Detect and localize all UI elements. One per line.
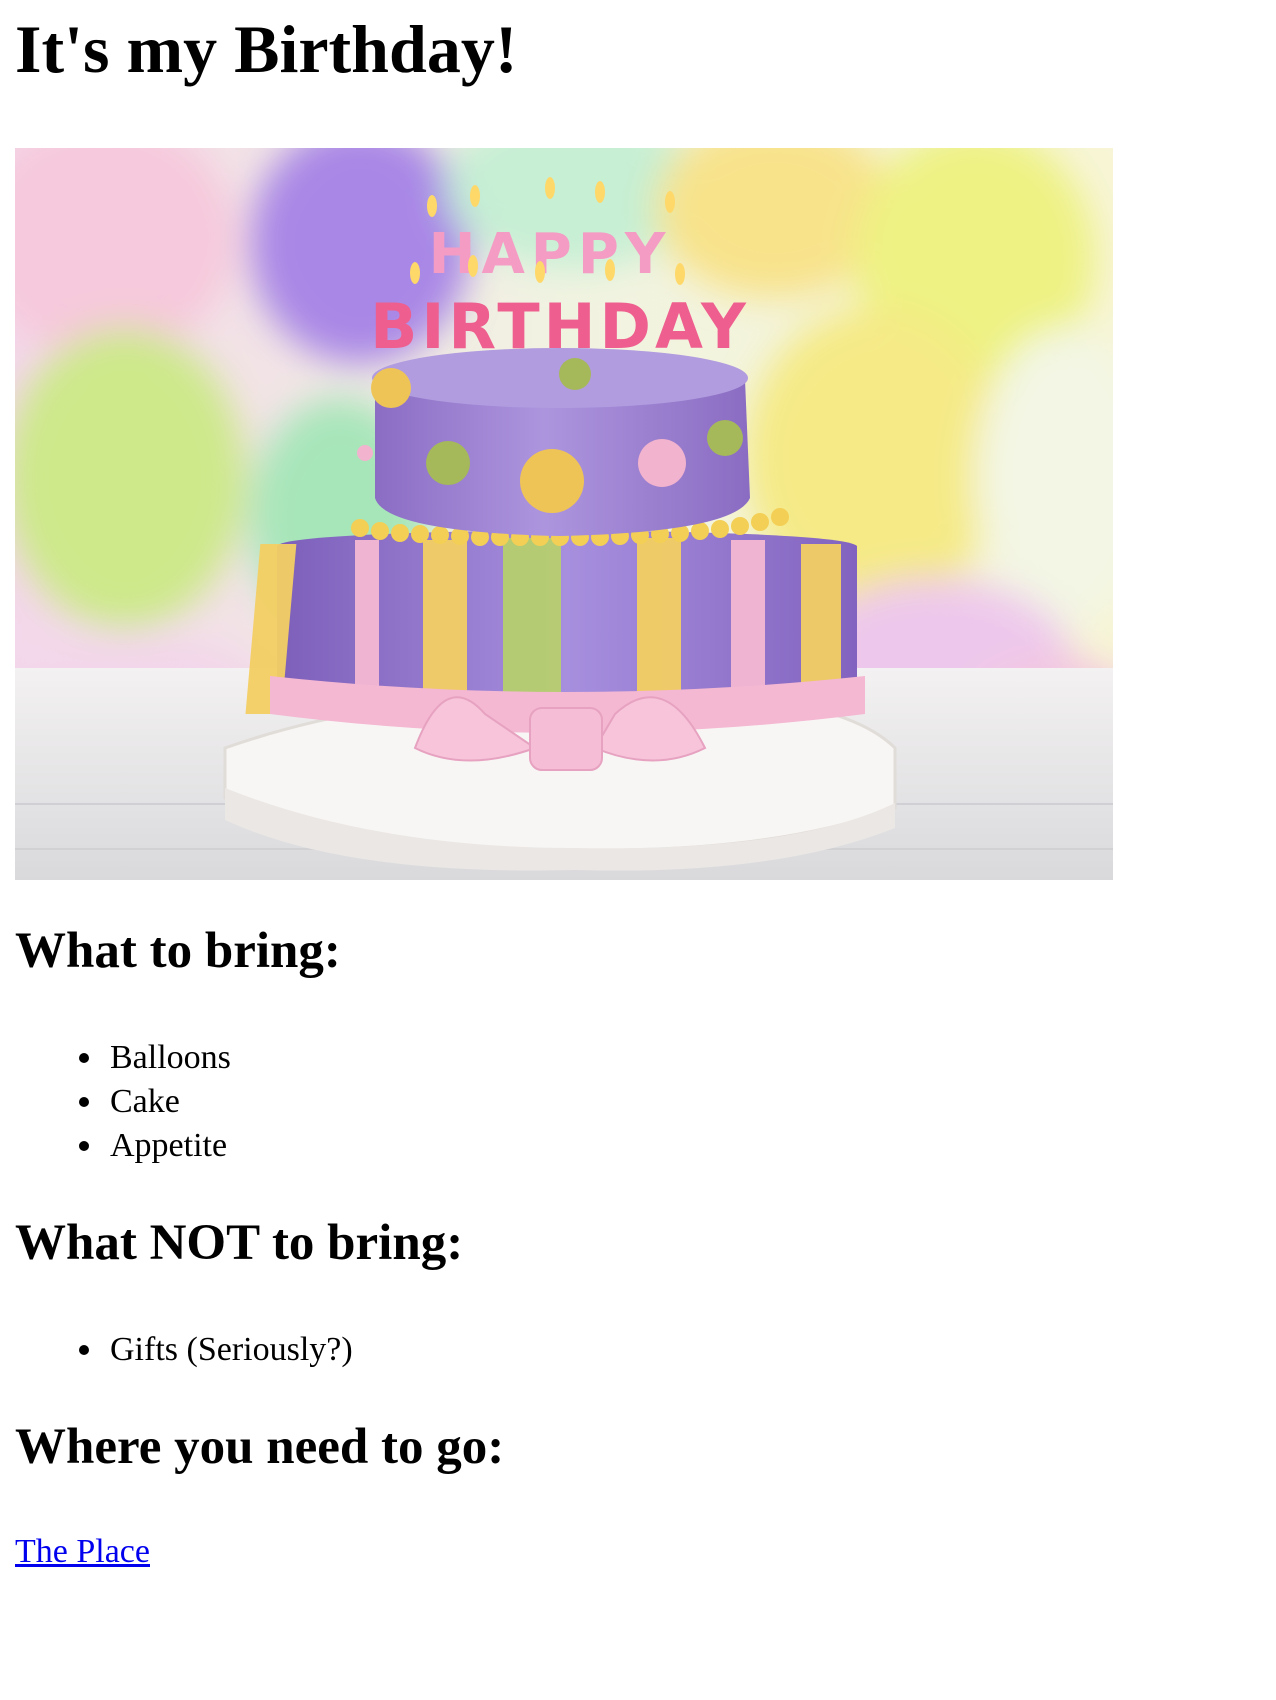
bullet-icon	[79, 1053, 89, 1063]
list-item: Appetite	[15, 1124, 231, 1168]
not-bring-list: Gifts (Seriously?)	[15, 1328, 353, 1372]
list-item: Cake	[15, 1080, 231, 1124]
page-title: It's my Birthday!	[15, 11, 518, 87]
candles-bottom-text: BIRTHDAY	[370, 290, 750, 363]
bullet-icon	[79, 1345, 89, 1355]
what-to-bring-heading: What to bring:	[15, 923, 341, 979]
list-item: Balloons	[15, 1036, 231, 1080]
the-place-link[interactable]: The Place	[15, 1530, 150, 1574]
birthday-cake-image: HAPPY BIRTHDAY	[15, 148, 1113, 880]
candles-top-text: HAPPY	[429, 222, 672, 287]
bullet-icon	[79, 1141, 89, 1151]
bring-list: Balloons Cake Appetite	[15, 1036, 231, 1168]
bullet-icon	[79, 1097, 89, 1107]
list-item: Gifts (Seriously?)	[15, 1328, 353, 1372]
where-to-go-heading: Where you need to go:	[15, 1419, 505, 1475]
what-not-to-bring-heading: What NOT to bring:	[15, 1215, 464, 1271]
